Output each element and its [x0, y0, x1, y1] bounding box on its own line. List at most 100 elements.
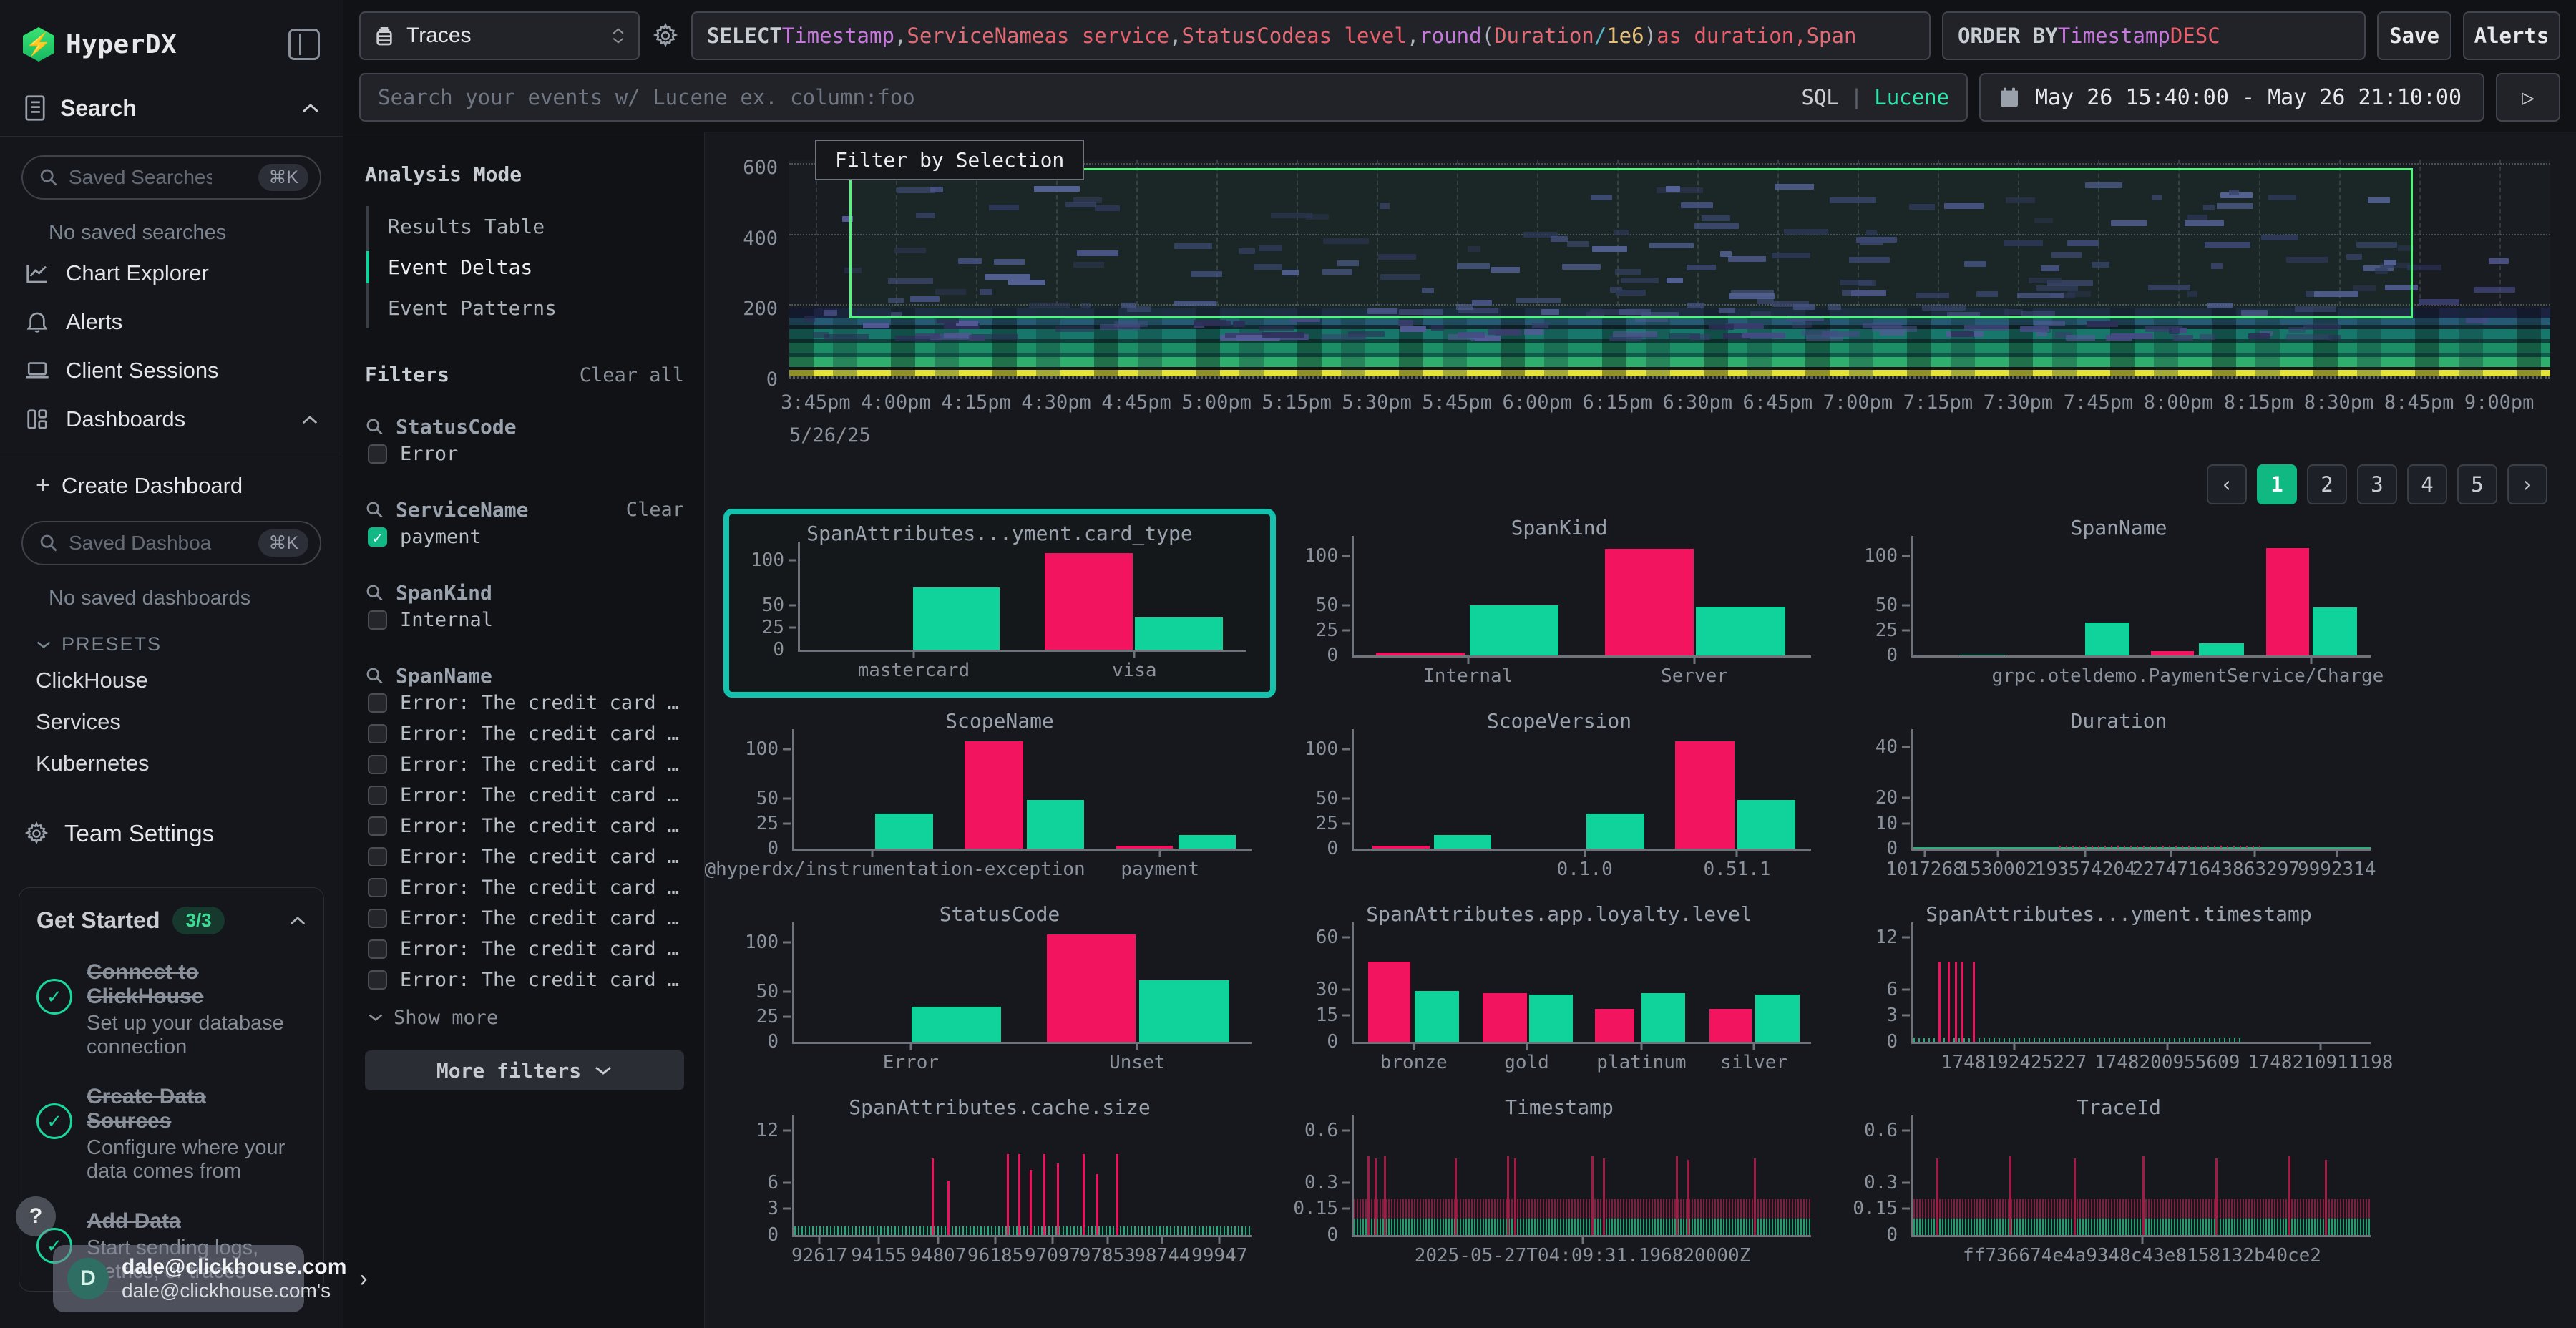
run-query-button[interactable]: ▷ — [2496, 73, 2560, 122]
page-button-4[interactable]: 4 — [2407, 464, 2447, 504]
page-next-button[interactable]: › — [2507, 464, 2547, 504]
chevron-up-icon[interactable] — [301, 414, 318, 425]
sidebar-item-dashboards[interactable]: Dashboards — [19, 395, 324, 444]
filter-option-label: Error: The credit card … — [400, 969, 679, 991]
mini-chart-duration[interactable]: Duration01020401017268153000219357420422… — [1843, 702, 2395, 891]
preset-clickhouse[interactable]: ClickHouse — [19, 660, 324, 701]
filter-option-Error: The credit card …[interactable]: Error: The credit card … — [365, 780, 684, 811]
more-filters-button[interactable]: More filters — [365, 1050, 684, 1090]
filter-option-Error: The credit card …[interactable]: Error: The credit card … — [365, 934, 684, 965]
sidebar-item-chart-explorer[interactable]: Chart Explorer — [19, 249, 324, 298]
clear-all-button[interactable]: Clear all — [580, 364, 684, 386]
filter-option-Error: The credit card …[interactable]: Error: The credit card … — [365, 718, 684, 749]
checkbox[interactable] — [368, 878, 387, 897]
filter-option-Error: The credit card …[interactable]: Error: The credit card … — [365, 965, 684, 995]
source-select[interactable]: Traces — [359, 11, 640, 60]
mini-chart-span-kind[interactable]: SpanKind02550100InternalServer — [1283, 509, 1835, 698]
date-range-picker[interactable]: May 26 15:40:00 - May 26 21:10:00 — [1979, 73, 2484, 122]
checkbox[interactable] — [368, 970, 387, 990]
mini-chart-status-code[interactable]: StatusCode02550100ErrorUnset — [723, 895, 1276, 1084]
checkbox[interactable] — [368, 693, 387, 713]
sidebar-item-search[interactable]: Search — [19, 67, 324, 136]
filter-option-Error: The credit card …[interactable]: Error: The credit card … — [365, 811, 684, 841]
filter-option-Error: The credit card …[interactable]: Error: The credit card … — [365, 872, 684, 903]
mini-chart-loyalty-level[interactable]: SpanAttributes.app.loyalty.level0153060b… — [1283, 895, 1835, 1084]
checkbox[interactable] — [368, 755, 387, 774]
tab-event-patterns[interactable]: Event Patterns — [369, 288, 684, 328]
checkbox[interactable] — [368, 610, 387, 630]
sql-query-input[interactable]: SELECT Timestamp, ServiceName as service… — [691, 11, 1931, 60]
x-tick-label: 94155 — [851, 1245, 907, 1266]
preset-services[interactable]: Services — [19, 701, 324, 743]
filter-option-Error: The credit card …[interactable]: Error: The credit card … — [365, 841, 684, 872]
sidebar-item-client-sessions[interactable]: Client Sessions — [19, 346, 324, 395]
alerts-button[interactable]: Alerts — [2463, 11, 2560, 60]
checkbox[interactable] — [368, 724, 387, 743]
tab-results-table[interactable]: Results Table — [369, 206, 684, 247]
saved-dashboards-input[interactable] — [69, 532, 212, 555]
mini-chart-timestamp[interactable]: Timestamp00.150.30.62025-05-27T04:09:31.… — [1283, 1088, 1835, 1277]
get-started-step[interactable]: ✓ Connect to ClickHouse Set up your data… — [36, 960, 306, 1059]
create-dashboard-button[interactable]: + Create Dashboard — [19, 454, 324, 502]
filter-option-Error[interactable]: Error — [365, 439, 684, 469]
mini-chart-payment-timestamp[interactable]: SpanAttributes...yment.timestamp03612174… — [1843, 895, 2395, 1084]
checkbox[interactable] — [368, 816, 387, 836]
checkbox[interactable] — [368, 527, 387, 547]
page-prev-button[interactable]: ‹ — [2207, 464, 2247, 504]
y-tick-mark — [1342, 605, 1350, 607]
tab-event-deltas[interactable]: Event Deltas — [369, 247, 684, 288]
checkbox[interactable] — [368, 939, 387, 959]
bar — [1595, 1009, 1634, 1042]
heatmap-plot[interactable] — [789, 160, 2550, 379]
mini-chart-scope-version[interactable]: ScopeVersion025501000.1.00.51.1 — [1283, 702, 1835, 891]
event-search-bar[interactable]: SQL | Lucene — [359, 73, 1968, 122]
page-button-3[interactable]: 3 — [2357, 464, 2397, 504]
y-tick-label: 40 — [1875, 736, 1898, 758]
filter-option-Error: The credit card …[interactable]: Error: The credit card … — [365, 903, 684, 934]
show-more-button[interactable]: Show more — [368, 1007, 684, 1029]
checkbox[interactable] — [368, 909, 387, 928]
source-settings-gear-icon[interactable] — [651, 11, 680, 60]
mini-chart-span-name[interactable]: SpanName02550100grpc.oteldemo.PaymentSer… — [1843, 509, 2395, 698]
page-button-2[interactable]: 2 — [2307, 464, 2347, 504]
sidebar-item-team-settings[interactable]: Team Settings — [19, 784, 324, 854]
saved-searches-search[interactable]: ⌘K — [21, 155, 321, 200]
chevron-up-icon[interactable] — [301, 102, 320, 114]
presets-toggle[interactable]: PRESETS — [19, 615, 324, 660]
chevron-down-icon — [594, 1065, 613, 1076]
help-button[interactable]: ? — [16, 1196, 56, 1236]
sidebar-collapse-icon[interactable] — [288, 29, 320, 60]
chevron-up-icon[interactable] — [289, 915, 306, 926]
filter-clear-button[interactable]: Clear — [626, 499, 684, 521]
bar — [1529, 995, 1573, 1042]
mini-chart-card-type[interactable]: SpanAttributes...yment.card_type02550100… — [723, 509, 1276, 698]
filter-by-selection-button[interactable]: Filter by Selection — [815, 140, 1084, 180]
filter-option-Error: The credit card …[interactable]: Error: The credit card … — [365, 688, 684, 718]
mini-chart-trace-id[interactable]: TraceId00.150.30.6ff736674e4a9348c43e815… — [1843, 1088, 2395, 1277]
preset-kubernetes[interactable]: Kubernetes — [19, 743, 324, 784]
x-tick-mark — [1581, 1235, 1584, 1244]
page-button-1[interactable]: 1 — [2257, 464, 2297, 504]
order-by-input[interactable]: ORDER BY Timestamp DESC — [1942, 11, 2366, 60]
filter-option-Internal[interactable]: Internal — [365, 605, 684, 635]
get-started-step[interactable]: ✓ Create Data Sources Configure where yo… — [36, 1085, 306, 1183]
checkbox[interactable] — [368, 847, 387, 866]
saved-dashboards-search[interactable]: ⌘K — [21, 521, 321, 565]
user-menu[interactable]: D dale@clickhouse.com dale@clickhouse.co… — [53, 1245, 304, 1312]
mini-chart-cache-size[interactable]: SpanAttributes.cache.size036129261794155… — [723, 1088, 1276, 1277]
save-button[interactable]: Save — [2377, 11, 2451, 60]
language-sql-option[interactable]: SQL — [1801, 85, 1838, 109]
language-lucene-option[interactable]: Lucene — [1874, 85, 1949, 109]
filter-option-payment[interactable]: payment — [365, 522, 684, 552]
event-search-input[interactable] — [378, 85, 1787, 109]
sidebar: ⚡ HyperDX Search ⌘K No saved searches Ch… — [0, 0, 343, 1328]
page-button-5[interactable]: 5 — [2457, 464, 2497, 504]
selection-overlay[interactable] — [849, 168, 2413, 318]
filter-option-label: Error: The credit card … — [400, 846, 679, 868]
saved-searches-input[interactable] — [69, 166, 212, 189]
checkbox[interactable] — [368, 786, 387, 805]
filter-option-Error: The credit card …[interactable]: Error: The credit card … — [365, 749, 684, 780]
checkbox[interactable] — [368, 444, 387, 464]
sidebar-item-alerts[interactable]: Alerts — [19, 298, 324, 346]
mini-chart-scope-name[interactable]: ScopeName02550100@hyperdx/instrumentatio… — [723, 702, 1276, 891]
